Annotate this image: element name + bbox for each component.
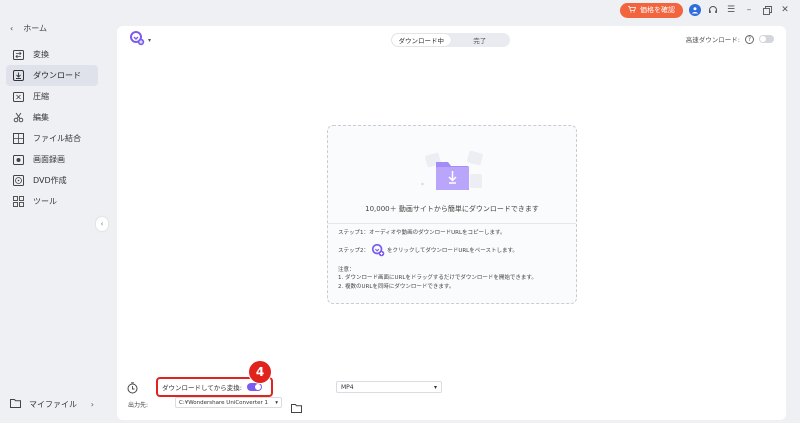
title-bar: 価格を確認 ☰ – ✕ <box>620 2 791 18</box>
check-price-label: 価格を確認 <box>640 6 675 14</box>
step-2: ステップ2： をクリックしてダウンロードURLをペーストします。 <box>338 243 537 261</box>
sidebar: ‹ ホーム 変換 ダウンロード 圧縮 編集 ファイル結合 画面録画 DVD作成 … <box>0 0 103 423</box>
my-files-link[interactable]: マイファイル › <box>10 396 94 412</box>
sidebar-item-label: 画面録画 <box>33 155 65 164</box>
convert-label: ダウンロードしてから変換: <box>162 384 242 392</box>
sidebar-item-edit[interactable]: 編集 <box>6 107 98 128</box>
format-value: MP4 <box>341 383 354 391</box>
chevron-right-icon: › <box>90 399 94 409</box>
restore-icon[interactable] <box>761 4 773 16</box>
download-panel: ▾ ダウンロード中 完了 高速ダウンロード: ? 10,000＋ 動画サイトから… <box>117 26 786 420</box>
high-speed-label: 高速ダウンロード: <box>685 36 740 44</box>
home-link[interactable]: ‹ ホーム <box>10 20 47 36</box>
merge-icon <box>12 133 24 145</box>
sidebar-item-label: 圧縮 <box>33 92 49 101</box>
add-url-button[interactable]: ▾ <box>129 30 152 50</box>
dvd-icon <box>12 175 24 187</box>
close-icon[interactable]: ✕ <box>779 4 791 16</box>
step-1: ステップ1：オーディオや動画のダウンロードURLをコピーします。 <box>338 230 506 236</box>
my-files-label: マイファイル <box>29 399 77 409</box>
note-2: 2. 複数のURLを同時にダウンロードできます。 <box>338 284 455 291</box>
sidebar-item-dvd[interactable]: DVD作成 <box>6 170 98 191</box>
help-icon[interactable]: ? <box>745 34 754 44</box>
sidebar-item-record[interactable]: 画面録画 <box>6 149 98 170</box>
open-folder-icon[interactable] <box>291 398 302 417</box>
drop-zone-caption: 10,000＋ 動画サイトから簡単にダウンロードできます <box>365 205 539 213</box>
high-speed-toggle[interactable] <box>759 35 774 43</box>
record-icon <box>12 154 24 166</box>
download-add-icon <box>129 30 145 50</box>
sidebar-item-tools[interactable]: ツール <box>6 191 98 212</box>
timer-icon[interactable] <box>127 379 138 398</box>
drop-zone[interactable]: 10,000＋ 動画サイトから簡単にダウンロードできます ステップ1：オーディオ… <box>327 125 577 304</box>
chevron-down-icon: ▾ <box>433 383 437 391</box>
download-tabs: ダウンロード中 完了 <box>391 33 510 47</box>
output-format-select[interactable]: MP4 ▾ <box>336 381 442 393</box>
sidebar-item-label: 編集 <box>33 113 49 122</box>
output-path-select[interactable]: C:¥Wondershare UniConverter 1 ▾ <box>175 397 282 408</box>
download-icon <box>12 70 24 82</box>
sidebar-item-label: ツール <box>33 197 57 206</box>
user-avatar-icon[interactable] <box>689 4 701 16</box>
step-2-prefix: ステップ2： <box>338 248 369 255</box>
step-number-badge: 4 <box>248 360 272 384</box>
sidebar-nav: 変換 ダウンロード 圧縮 編集 ファイル結合 画面録画 DVD作成 ツール <box>6 44 98 212</box>
download-add-icon <box>371 243 385 261</box>
folder-icon <box>10 398 21 410</box>
tab-finished[interactable]: 完了 <box>451 34 510 46</box>
sidebar-item-label: 変換 <box>33 50 49 59</box>
sidebar-item-compress[interactable]: 圧縮 <box>6 86 98 107</box>
sidebar-item-label: ダウンロード <box>33 71 81 80</box>
note-title: 注意： <box>338 266 355 273</box>
back-arrow-icon: ‹ <box>10 23 14 33</box>
sidebar-item-label: ファイル結合 <box>33 134 81 143</box>
output-label: 出力先: <box>128 402 149 409</box>
bottom-bar: ダウンロードしてから変換: 4 MP4 ▾ 出力先: C:¥Wondershar… <box>117 360 786 420</box>
cart-icon <box>628 5 637 15</box>
minimize-icon[interactable]: – <box>743 4 755 16</box>
compress-icon <box>12 91 24 103</box>
tools-icon <box>12 196 24 208</box>
sidebar-item-convert[interactable]: 変換 <box>6 44 98 65</box>
high-speed-download: 高速ダウンロード: ? <box>686 34 774 44</box>
step-2-suffix: をクリックしてダウンロードURLをペーストします。 <box>387 248 518 255</box>
sidebar-item-merge[interactable]: ファイル結合 <box>6 128 98 149</box>
sidebar-item-label: DVD作成 <box>33 176 67 185</box>
divider <box>328 223 576 224</box>
instructions: ステップ1：オーディオや動画のダウンロードURLをコピーします。 ステップ2： … <box>338 229 537 292</box>
chevron-down-icon: ▾ <box>148 36 152 44</box>
sidebar-item-download[interactable]: ダウンロード <box>6 65 98 86</box>
download-then-convert-toggle[interactable] <box>247 383 262 391</box>
scissors-icon <box>12 112 24 124</box>
collapse-sidebar-button[interactable]: ‹ <box>96 217 108 231</box>
home-label: ホーム <box>23 23 47 33</box>
menu-icon[interactable]: ☰ <box>725 4 737 16</box>
download-folder-illustration <box>418 148 488 196</box>
note-1: 1. ダウンロード画面にURLをドラッグするだけでダウンロードを開始できます。 <box>338 275 537 282</box>
chevron-left-icon: ‹ <box>100 220 104 228</box>
check-price-button[interactable]: 価格を確認 <box>620 2 683 18</box>
headset-icon[interactable] <box>707 4 719 16</box>
chevron-down-icon: ▾ <box>275 399 278 406</box>
output-path-value: C:¥Wondershare UniConverter 1 <box>179 399 268 406</box>
convert-icon <box>12 49 24 61</box>
tab-downloading[interactable]: ダウンロード中 <box>392 34 451 46</box>
